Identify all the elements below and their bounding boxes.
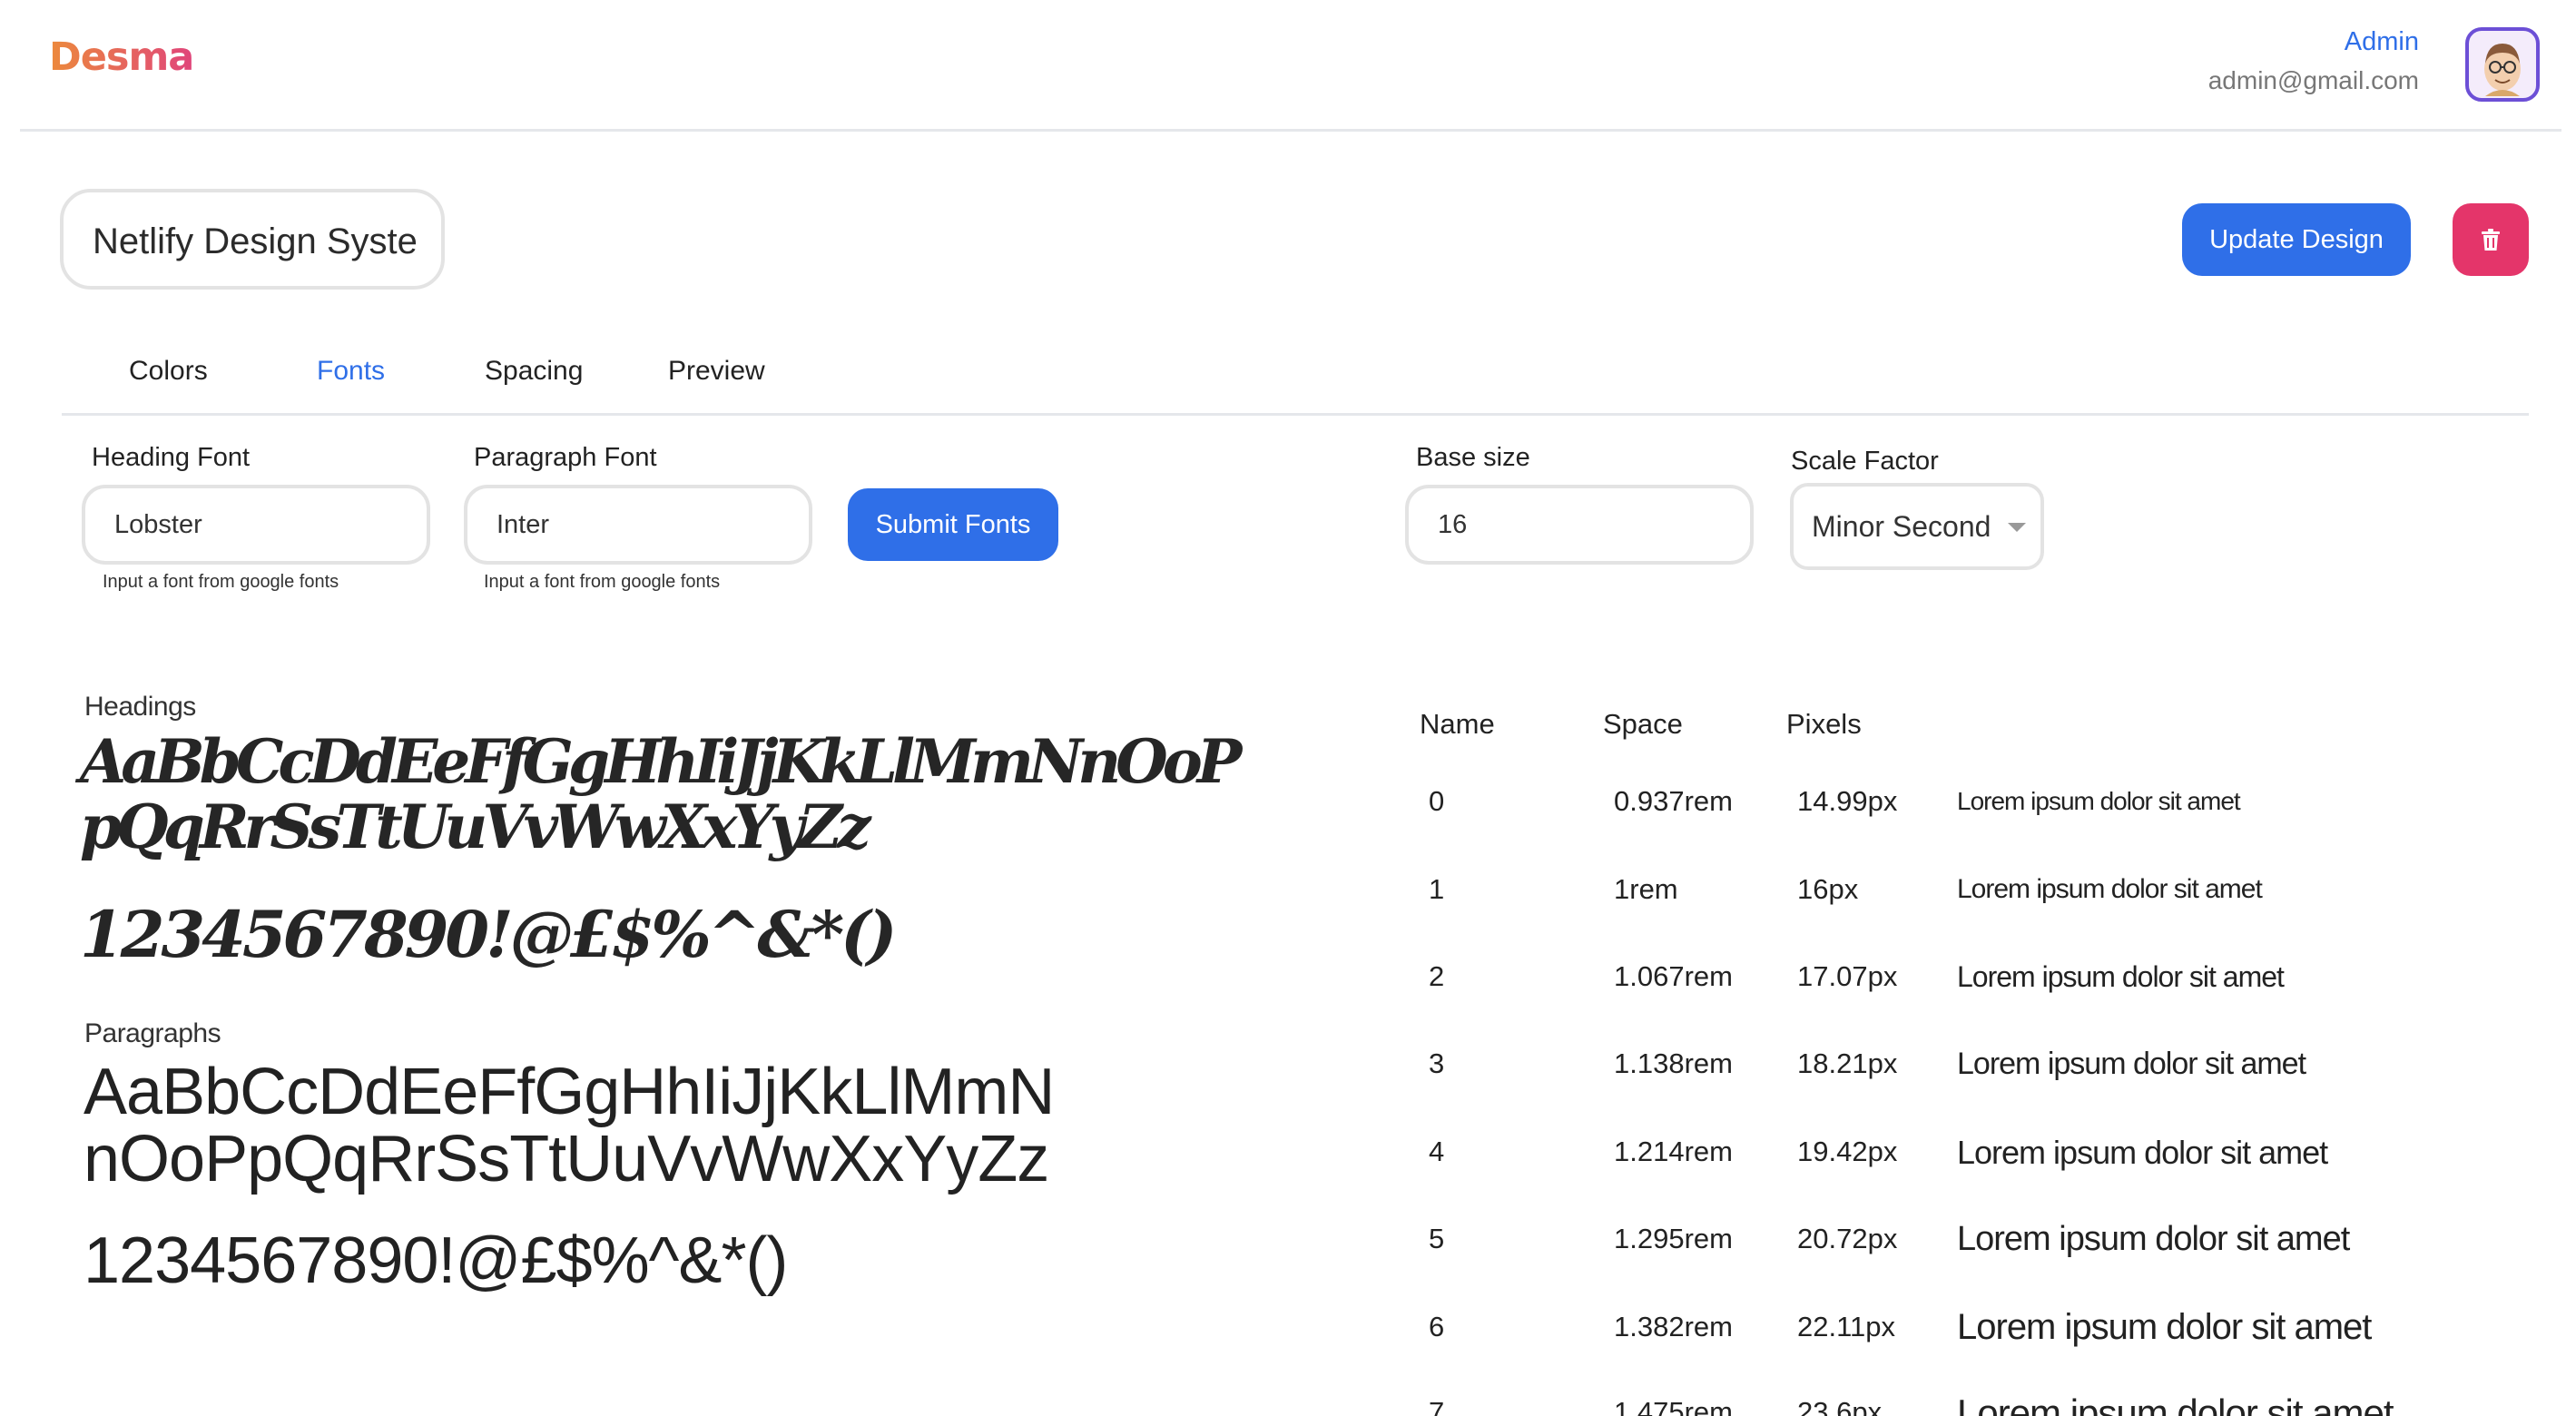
row-space: 1.475rem bbox=[1614, 1396, 1733, 1416]
scale-factor-label: Scale Factor bbox=[1791, 447, 1939, 476]
row-name: 3 bbox=[1429, 1047, 1445, 1079]
row-name: 0 bbox=[1429, 785, 1445, 817]
row-name: 2 bbox=[1429, 960, 1445, 992]
headings-label: Headings bbox=[84, 692, 196, 722]
user-info: Admin admin@gmail.com bbox=[2208, 27, 2419, 95]
row-name: 7 bbox=[1429, 1396, 1445, 1416]
row-space: 1.138rem bbox=[1614, 1047, 1733, 1079]
row-pixels: 14.99px bbox=[1797, 785, 1898, 817]
base-size-input[interactable]: 16 bbox=[1405, 485, 1754, 565]
base-size-label: Base size bbox=[1416, 443, 1530, 472]
row-sample-text: Lorem ipsum dolor sit amet bbox=[1957, 873, 2263, 904]
scale-factor-select[interactable]: Minor Second bbox=[1790, 483, 2044, 570]
column-header-space: Space bbox=[1603, 708, 1683, 740]
heading-font-label: Heading Font bbox=[92, 443, 251, 472]
delete-design-button[interactable] bbox=[2453, 203, 2529, 276]
row-sample-text: Lorem ipsum dolor sit amet bbox=[1957, 786, 2241, 815]
heading-specimen-line2: pQqRrSsTtUuVvWwXxYyZz bbox=[80, 792, 871, 862]
paragraph-font-label: Paragraph Font bbox=[474, 443, 657, 472]
row-name: 6 bbox=[1429, 1311, 1445, 1342]
row-pixels: 17.07px bbox=[1797, 960, 1898, 992]
tab-spacing[interactable]: Spacing bbox=[485, 356, 583, 387]
page: Desma Admin admin@gmail.com Netlify Desi… bbox=[0, 0, 2576, 1416]
avatar[interactable] bbox=[2465, 27, 2540, 102]
chevron-down-icon bbox=[2008, 523, 2026, 532]
row-sample-text: Lorem ipsum dolor sit amet bbox=[1957, 959, 2285, 993]
avatar-face-icon bbox=[2484, 44, 2521, 96]
row-space: 1.295rem bbox=[1614, 1223, 1733, 1254]
trash-icon bbox=[2482, 229, 2500, 251]
top-navbar: Desma Admin admin@gmail.com bbox=[20, 0, 2561, 132]
row-pixels: 18.21px bbox=[1797, 1047, 1898, 1079]
row-name: 1 bbox=[1429, 873, 1445, 905]
tab-fonts[interactable]: Fonts bbox=[317, 356, 385, 387]
row-space: 0.937rem bbox=[1614, 785, 1733, 817]
submit-fonts-button[interactable]: Submit Fonts bbox=[848, 488, 1058, 561]
update-design-button[interactable]: Update Design bbox=[2182, 203, 2411, 276]
row-name: 4 bbox=[1429, 1136, 1445, 1167]
row-pixels: 22.11px bbox=[1797, 1311, 1896, 1342]
user-email: admin@gmail.com bbox=[2207, 66, 2419, 94]
heading-font-input[interactable]: Lobster bbox=[82, 485, 430, 565]
brand-logo[interactable]: Desma bbox=[49, 34, 194, 80]
row-space: 1.382rem bbox=[1614, 1311, 1733, 1342]
column-header-pixels: Pixels bbox=[1786, 708, 1862, 740]
paragraph-font-hint: Input a font from google fonts bbox=[484, 572, 721, 592]
row-space: 1.067rem bbox=[1614, 960, 1733, 992]
row-space: 1.214rem bbox=[1614, 1136, 1733, 1167]
row-name: 5 bbox=[1429, 1223, 1445, 1254]
tab-colors[interactable]: Colors bbox=[129, 356, 208, 387]
row-sample-text: Lorem ipsum dolor sit amet bbox=[1957, 1133, 2328, 1171]
row-pixels: 16px bbox=[1797, 873, 1859, 905]
paragraph-specimen-line1: AaBbCcDdEeFfGgHhIiJjKkLlMmN bbox=[84, 1056, 1055, 1128]
paragraph-font-input[interactable]: Inter bbox=[464, 485, 812, 565]
user-name[interactable]: Admin bbox=[2208, 27, 2419, 57]
row-pixels: 19.42px bbox=[1797, 1136, 1898, 1167]
row-sample-text: Lorem ipsum dolor sit amet bbox=[1957, 1391, 2394, 1416]
paragraphs-label: Paragraphs bbox=[84, 1018, 221, 1048]
row-space: 1rem bbox=[1614, 873, 1678, 905]
row-pixels: 23.6px bbox=[1797, 1396, 1883, 1416]
paragraph-specimen-numbers: 1234567890!@£$%^&*() bbox=[84, 1224, 788, 1297]
design-name-input[interactable]: Netlify Design Syste bbox=[60, 189, 445, 290]
heading-specimen-line1: AaBbCcDdEeFfGgHhIiJjKkLlMmNnOoP bbox=[80, 726, 1242, 797]
row-sample-text: Lorem ipsum dolor sit amet bbox=[1957, 1046, 2306, 1081]
row-sample-text: Lorem ipsum dolor sit amet bbox=[1957, 1306, 2372, 1347]
column-header-name: Name bbox=[1420, 708, 1495, 740]
row-sample-text: Lorem ipsum dolor sit amet bbox=[1957, 1219, 2350, 1258]
scale-factor-value: Minor Second bbox=[1812, 509, 1991, 543]
heading-font-hint: Input a font from google fonts bbox=[103, 572, 339, 592]
row-pixels: 20.72px bbox=[1797, 1223, 1898, 1254]
heading-specimen-numbers: 1234567890!@£$%^&*() bbox=[80, 897, 897, 972]
tab-preview[interactable]: Preview bbox=[668, 356, 765, 387]
design-tabs: Colors Fonts Spacing Preview bbox=[62, 345, 2529, 416]
paragraph-specimen-line2: nOoPpQqRrSsTtUuVvWwXxYyZz bbox=[84, 1123, 1049, 1195]
